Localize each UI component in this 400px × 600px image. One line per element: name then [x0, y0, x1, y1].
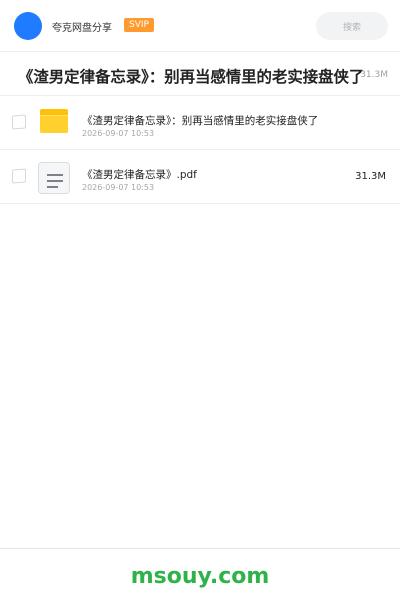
file-size: 31.3M: [355, 171, 386, 182]
file-name[interactable]: 《渣男定律备忘录》：别再当感情里的老实接盘侠了: [82, 113, 318, 128]
top-bar: 夸克网盘分享 SVIP 搜索: [0, 0, 400, 52]
document-icon: [38, 162, 70, 194]
list-item[interactable]: 《渣男定律备忘录》.pdf 2026-09-07 10:53 31.3M: [0, 150, 400, 204]
footer-bar: msouy.com: [0, 548, 400, 600]
file-name[interactable]: 《渣男定律备忘录》.pdf: [82, 167, 197, 182]
search-placeholder: 搜索: [342, 23, 361, 33]
folder-title-row: 《渣男定律备忘录》：别再当感情里的老实接盘侠了 31.3M: [0, 52, 400, 96]
app-name: 夸克网盘分享: [52, 23, 112, 34]
site-watermark: msouy.com: [130, 564, 270, 589]
avatar[interactable]: [14, 12, 42, 40]
select-checkbox[interactable]: [12, 168, 26, 184]
folder-size: 31.3M: [360, 70, 388, 80]
folder-icon: [38, 108, 70, 140]
list-item[interactable]: 《渣男定律备忘录》：别再当感情里的老实接盘侠了 2026-09-07 10:53: [0, 96, 400, 150]
file-date: 2026-09-07 10:53: [82, 129, 155, 138]
file-date: 2026-09-07 10:53: [82, 183, 155, 192]
page-title: 《渣男定律备忘录》：别再当感情里的老实接盘侠了: [18, 68, 365, 86]
svip-badge: SVIP: [124, 18, 154, 32]
select-checkbox[interactable]: [12, 114, 26, 130]
search-input[interactable]: 搜索: [316, 12, 388, 40]
